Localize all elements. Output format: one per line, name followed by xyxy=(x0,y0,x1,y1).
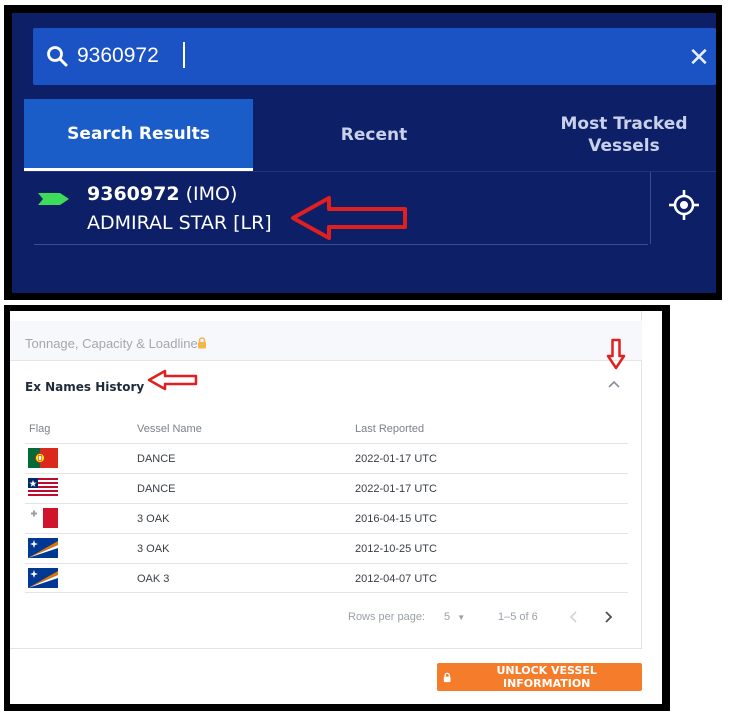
text-caret xyxy=(183,42,185,68)
portugal-flag-icon xyxy=(28,448,58,468)
tab-recent[interactable]: Recent xyxy=(272,99,476,171)
column-header-vessel-name: Vessel Name xyxy=(137,423,202,435)
table-bottom-border xyxy=(25,592,628,593)
tonnage-section-label: Tonnage, Capacity & Loadline xyxy=(25,336,198,351)
result-vessel-name: ADMIRAL STAR [LR] xyxy=(87,212,272,234)
unlock-vessel-information-button[interactable]: UNLOCK VESSEL INFORMATION xyxy=(437,663,642,691)
close-icon[interactable]: ✕ xyxy=(684,42,714,72)
vessel-name-cell: 3 OAK xyxy=(137,513,170,525)
liberia-flag-icon xyxy=(28,478,58,498)
last-reported-cell: 2022-01-17 UTC xyxy=(355,483,437,495)
last-reported-cell: 2016-04-15 UTC xyxy=(355,513,437,525)
last-reported-cell: 2022-01-17 UTC xyxy=(355,453,437,465)
search-bar: ✕ xyxy=(33,28,716,85)
ex-names-card: Tonnage, Capacity & Loadline Ex Names Hi… xyxy=(10,311,642,649)
search-input[interactable] xyxy=(77,37,637,75)
rows-per-page-label: Rows per page: xyxy=(348,611,426,623)
result-divider xyxy=(34,244,648,245)
last-reported-cell: 2012-04-07 UTC xyxy=(355,573,437,585)
result-column-divider xyxy=(650,172,651,244)
chevron-left-icon[interactable] xyxy=(566,609,582,625)
vessel-name-cell: OAK 3 xyxy=(137,573,170,585)
table-row: DANCE 2022-01-17 UTC xyxy=(25,473,628,503)
search-result-item[interactable]: 9360972 (IMO) ADMIRAL STAR [LR] xyxy=(24,172,716,244)
unlock-button-label: UNLOCK VESSEL INFORMATION xyxy=(496,664,597,690)
result-imo-number: 9360972 xyxy=(87,183,180,205)
pagination: Rows per page: 5 ▼ 1–5 of 6 xyxy=(10,609,642,639)
rows-per-page-select[interactable]: 5 ▼ xyxy=(444,609,465,626)
table-row: 3 OAK 2016-04-15 UTC xyxy=(25,503,628,533)
search-panel-frame: ✕ Search Results Recent Most Tracked Ves… xyxy=(4,5,722,300)
search-panel: ✕ Search Results Recent Most Tracked Ves… xyxy=(12,13,716,293)
table-row: DANCE 2022-01-17 UTC xyxy=(25,443,628,473)
marshall-islands-flag-icon xyxy=(28,568,58,588)
chevron-up-icon[interactable] xyxy=(607,377,621,391)
chevron-right-icon[interactable] xyxy=(600,609,616,625)
lock-icon xyxy=(443,672,451,682)
table-row: OAK 3 2012-04-07 UTC xyxy=(25,563,628,593)
ex-names-history-title[interactable]: Ex Names History xyxy=(25,380,144,394)
tab-search-results[interactable]: Search Results xyxy=(24,99,253,171)
result-id: 9360972 (IMO) xyxy=(87,183,237,205)
tab-bar: Search Results Recent Most Tracked Vesse… xyxy=(24,99,716,171)
column-header-last-reported: Last Reported xyxy=(355,423,425,435)
table-row: 3 OAK 2012-10-25 UTC xyxy=(25,533,628,563)
column-header-flag: Flag xyxy=(29,423,51,435)
vessel-marker-icon xyxy=(38,193,69,205)
vessel-details-frame: Tonnage, Capacity & Loadline Ex Names Hi… xyxy=(4,305,670,711)
dropdown-caret-icon: ▼ xyxy=(457,613,466,622)
tab-most-tracked-vessels[interactable]: Most Tracked Vessels xyxy=(532,99,716,171)
vessel-name-cell: 3 OAK xyxy=(137,543,170,555)
vessel-name-cell: DANCE xyxy=(137,483,176,495)
tonnage-section-header[interactable]: Tonnage, Capacity & Loadline xyxy=(10,321,642,361)
vessel-name-cell: DANCE xyxy=(137,453,176,465)
last-reported-cell: 2012-10-25 UTC xyxy=(355,543,437,555)
vessel-details-panel: Tonnage, Capacity & Loadline Ex Names Hi… xyxy=(10,311,662,704)
search-icon xyxy=(47,46,68,67)
locate-vessel-icon[interactable] xyxy=(667,188,701,222)
rows-per-page-value: 5 xyxy=(444,611,451,623)
result-id-type: (IMO) xyxy=(185,183,238,205)
malta-flag-icon xyxy=(28,508,58,528)
lock-icon xyxy=(198,337,206,349)
pagination-range: 1–5 of 6 xyxy=(498,611,538,623)
marshall-islands-flag-icon xyxy=(28,538,58,558)
